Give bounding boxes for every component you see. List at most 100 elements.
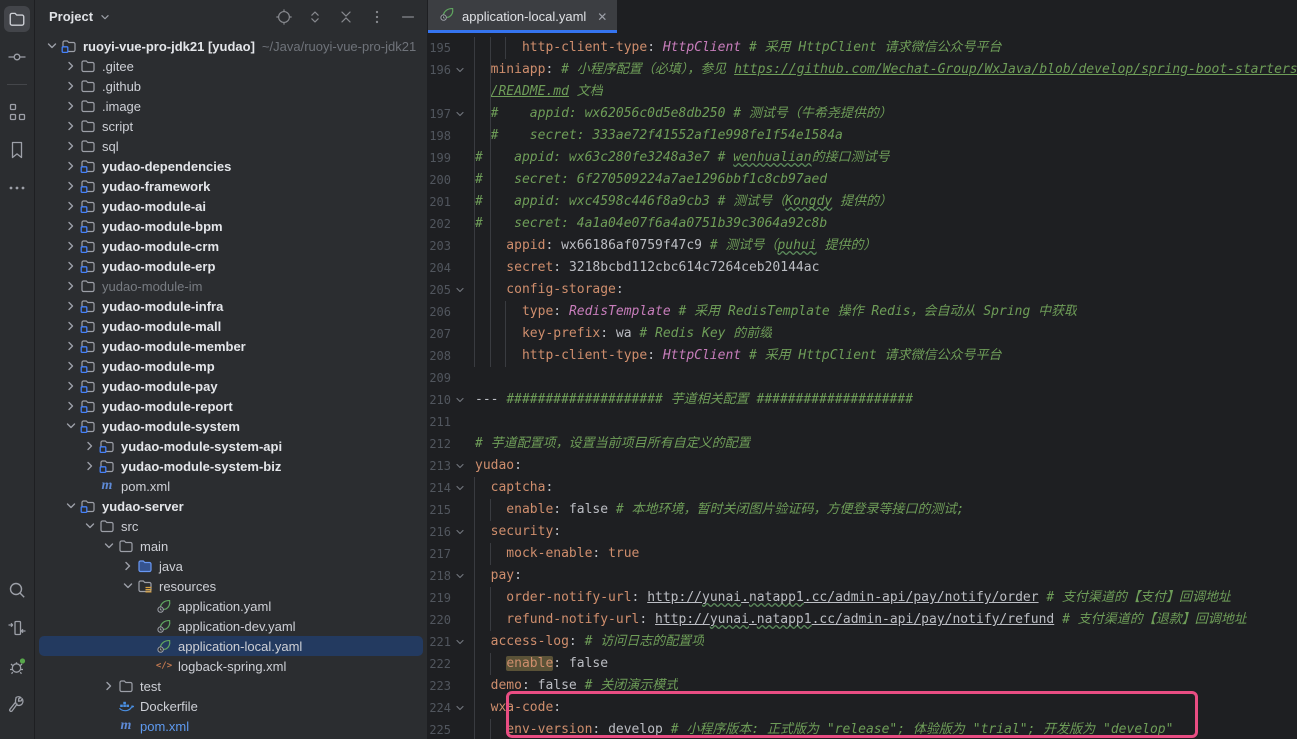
chevron-down-icon[interactable]	[98, 10, 112, 24]
fold-chevron-icon[interactable]	[451, 279, 468, 301]
chevron-right-icon[interactable]	[63, 178, 79, 194]
code-line-206[interactable]: 206 type: RedisTemplate # 采用 RedisTempla…	[428, 301, 1297, 323]
code-line-201[interactable]: 201# appid: wxc4598c446f8a9cb3 # 测试号（Kon…	[428, 191, 1297, 213]
expand-all-icon[interactable]	[306, 8, 324, 26]
tree-item-test[interactable]: test	[35, 676, 427, 696]
project-folder-icon[interactable]	[4, 6, 30, 32]
chevron-right-icon[interactable]	[63, 98, 79, 114]
chevron-right-icon[interactable]	[63, 398, 79, 414]
tree-item-yudao-module-ai[interactable]: yudao-module-ai	[35, 196, 427, 216]
tree-item-yudao-module-system[interactable]: yudao-module-system	[35, 416, 427, 436]
code-line-wrap[interactable]: /README.md 文档	[428, 81, 1297, 103]
code-line-196[interactable]: 196 miniapp: # 小程序配置（必填），参见 https://gith…	[428, 59, 1297, 81]
tree-item-.image[interactable]: .image	[35, 96, 427, 116]
chevron-down-icon[interactable]	[82, 518, 98, 534]
code-line-199[interactable]: 199# appid: wx63c280fe3248a3e7 # wenhual…	[428, 147, 1297, 169]
tree-item-yudao-module-pay[interactable]: yudao-module-pay	[35, 376, 427, 396]
chevron-right-icon[interactable]	[63, 338, 79, 354]
chevron-right-icon[interactable]	[63, 318, 79, 334]
code-line-213[interactable]: 213yudao:	[428, 455, 1297, 477]
fold-chevron-icon[interactable]	[451, 103, 468, 125]
chevron-right-icon[interactable]	[63, 58, 79, 74]
chevron-right-icon[interactable]	[82, 438, 98, 454]
tree-item-yudao-module-bpm[interactable]: yudao-module-bpm	[35, 216, 427, 236]
tree-item-.github[interactable]: .github	[35, 76, 427, 96]
tree-item-main[interactable]: main	[35, 536, 427, 556]
tree-item-yudao-module-infra[interactable]: yudao-module-infra	[35, 296, 427, 316]
tree-item-yudao-server[interactable]: yudao-server	[35, 496, 427, 516]
code-line-195[interactable]: 195 http-client-type: HttpClient # 采用 Ht…	[428, 37, 1297, 59]
code-line-223[interactable]: 223 demo: false # 关闭演示模式	[428, 675, 1297, 697]
tree-item-yudao-module-mp[interactable]: yudao-module-mp	[35, 356, 427, 376]
chevron-right-icon[interactable]	[63, 278, 79, 294]
chevron-right-icon[interactable]	[63, 118, 79, 134]
chevron-down-icon[interactable]	[44, 38, 60, 54]
chevron-right-icon[interactable]	[63, 298, 79, 314]
commit-icon[interactable]	[4, 44, 30, 70]
tree-item-yudao-module-member[interactable]: yudao-module-member	[35, 336, 427, 356]
chevron-right-icon[interactable]	[63, 358, 79, 374]
tree-item-application.yaml[interactable]: application.yaml	[35, 596, 427, 616]
bookmarks-icon[interactable]	[4, 137, 30, 163]
code-line-214[interactable]: 214 captcha:	[428, 477, 1297, 499]
code-line-198[interactable]: 198 # secret: 333ae72f41552af1e998fe1f54…	[428, 125, 1297, 147]
code-line-203[interactable]: 203 appid: wx66186af0759f47c9 # 测试号（puhu…	[428, 235, 1297, 257]
tree-item-yudao-framework[interactable]: yudao-framework	[35, 176, 427, 196]
chevron-right-icon[interactable]	[120, 558, 136, 574]
chevron-right-icon[interactable]	[63, 258, 79, 274]
code-line-208[interactable]: 208 http-client-type: HttpClient # 采用 Ht…	[428, 345, 1297, 367]
code-line-217[interactable]: 217 mock-enable: true	[428, 543, 1297, 565]
code-line-197[interactable]: 197 # appid: wx62056c0d5e8db250 # 测试号（牛希…	[428, 103, 1297, 125]
tree-item-dockerfile[interactable]: Dockerfile	[35, 696, 427, 716]
chevron-right-icon[interactable]	[63, 378, 79, 394]
fold-chevron-icon[interactable]	[451, 477, 468, 499]
code-line-224[interactable]: 224 wxa-code:	[428, 697, 1297, 719]
panel-title[interactable]: Project	[49, 9, 93, 24]
tree-item-yudao-module-report[interactable]: yudao-module-report	[35, 396, 427, 416]
select-opened-file-icon[interactable]	[275, 8, 293, 26]
chevron-right-icon[interactable]	[63, 238, 79, 254]
tree-item-java[interactable]: java	[35, 556, 427, 576]
chevron-right-icon[interactable]	[63, 138, 79, 154]
tree-item-script[interactable]: script	[35, 116, 427, 136]
chevron-right-icon[interactable]	[101, 678, 117, 694]
chevron-right-icon[interactable]	[63, 78, 79, 94]
tree-item-yudao-dependencies[interactable]: yudao-dependencies	[35, 156, 427, 176]
code-line-205[interactable]: 205 config-storage:	[428, 279, 1297, 301]
code-line-220[interactable]: 220 refund-notify-url: http://yunai.nata…	[428, 609, 1297, 631]
tree-item-pom.xml[interactable]: mpom.xml	[35, 476, 427, 496]
code-line-204[interactable]: 204 secret: 3218bcbd112cbc614c7264ceb201…	[428, 257, 1297, 279]
tab-application-local-yaml[interactable]: application-local.yaml ✕	[428, 0, 617, 33]
tree-item-src[interactable]: src	[35, 516, 427, 536]
build-icon[interactable]	[4, 691, 30, 717]
code-line-225[interactable]: 225 env-version: develop # 小程序版本: 正式版为 "…	[428, 719, 1297, 739]
services-icon[interactable]	[4, 615, 30, 641]
chevron-down-icon[interactable]	[63, 418, 79, 434]
fold-chevron-icon[interactable]	[451, 697, 468, 719]
code-line-216[interactable]: 216 security:	[428, 521, 1297, 543]
chevron-right-icon[interactable]	[63, 218, 79, 234]
fold-chevron-icon[interactable]	[451, 565, 468, 587]
tree-item-sql[interactable]: sql	[35, 136, 427, 156]
tree-item-yudao-module-crm[interactable]: yudao-module-crm	[35, 236, 427, 256]
code-line-202[interactable]: 202# secret: 4a1a04e07f6a4a0751b39c3064a…	[428, 213, 1297, 235]
code-line-218[interactable]: 218 pay:	[428, 565, 1297, 587]
code-editor[interactable]: 195 http-client-type: HttpClient # 采用 Ht…	[428, 33, 1297, 739]
tree-item-logback-spring.xml[interactable]: </>logback-spring.xml	[35, 656, 427, 676]
code-line-212[interactable]: 212# 芋道配置项，设置当前项目所有自定义的配置	[428, 433, 1297, 455]
hide-panel-icon[interactable]	[399, 8, 417, 26]
tree-item-yudao-module-system-biz[interactable]: yudao-module-system-biz	[35, 456, 427, 476]
code-line-209[interactable]: 209	[428, 367, 1297, 389]
code-line-210[interactable]: 210--- #################### 芋道相关配置 #####…	[428, 389, 1297, 411]
tree-item-yudao-module-erp[interactable]: yudao-module-erp	[35, 256, 427, 276]
code-line-219[interactable]: 219 order-notify-url: http://yunai.natap…	[428, 587, 1297, 609]
chevron-down-icon[interactable]	[101, 538, 117, 554]
tree-item-yudao-module-system-api[interactable]: yudao-module-system-api	[35, 436, 427, 456]
more-options-icon[interactable]	[368, 8, 386, 26]
structure-icon[interactable]	[4, 99, 30, 125]
tree-item-application-local.yaml[interactable]: application-local.yaml	[39, 636, 423, 656]
search-icon[interactable]	[4, 577, 30, 603]
fold-chevron-icon[interactable]	[451, 455, 468, 477]
code-line-211[interactable]: 211	[428, 411, 1297, 433]
code-line-221[interactable]: 221 access-log: # 访问日志的配置项	[428, 631, 1297, 653]
